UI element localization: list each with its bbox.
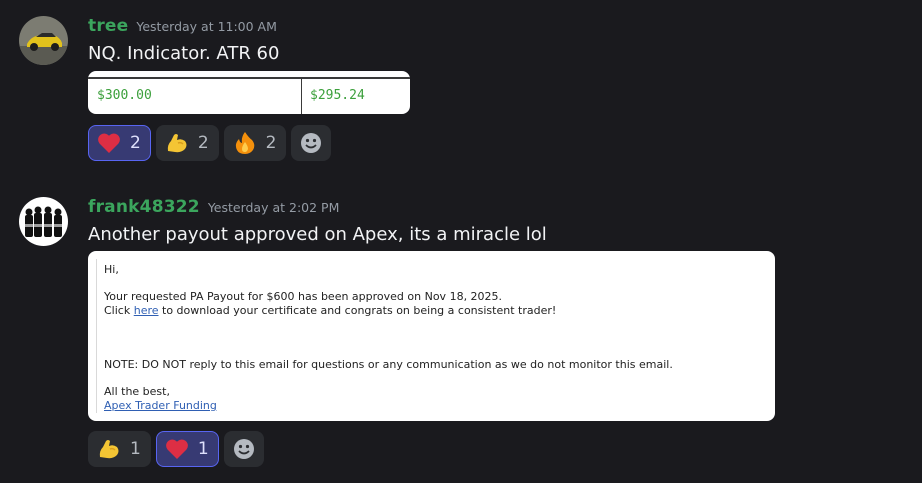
email-line: Your requested PA Payout for $600 has be… (104, 290, 503, 303)
username[interactable]: tree (88, 16, 128, 36)
message-text: NQ. Indicator. ATR 60 (88, 43, 280, 64)
sheet-cell: $300.00 (97, 88, 152, 103)
username[interactable]: frank48322 (88, 197, 200, 217)
email-signoff: All the best, (104, 385, 170, 398)
fire-icon (232, 130, 258, 156)
reaction-count: 1 (130, 439, 141, 459)
timestamp: Yesterday at 11:00 AM (136, 19, 277, 34)
email-line: Click here to download your certificate … (104, 304, 556, 317)
message-header: tree Yesterday at 11:00 AM (88, 16, 277, 36)
avatar[interactable] (19, 197, 68, 246)
reaction-fire[interactable]: 2 (223, 125, 287, 161)
reactions-bar: 1 1 (88, 431, 264, 467)
reaction-heart[interactable]: 1 (155, 431, 219, 467)
reaction-flexed-biceps[interactable]: 1 (88, 431, 151, 467)
smiley-icon (231, 436, 257, 462)
spreadsheet-image[interactable]: $300.00 $295.24 (88, 71, 410, 114)
sheet-cell: $295.24 (310, 88, 365, 103)
smiley-icon (298, 130, 324, 156)
reaction-flexed-biceps[interactable]: 2 (155, 125, 219, 161)
email-text: Click (104, 304, 134, 317)
car-avatar-icon (19, 16, 68, 65)
email-border (96, 259, 97, 413)
reaction-count: 2 (197, 133, 209, 153)
reaction-heart[interactable]: 2 (88, 125, 151, 161)
sheet-border (88, 77, 410, 79)
message-text: Another payout approved on Apex, its a m… (88, 224, 547, 245)
add-reaction-button[interactable] (223, 431, 264, 467)
email-note: NOTE: DO NOT reply to this email for que… (104, 358, 673, 371)
message-header: frank48322 Yesterday at 2:02 PM (88, 197, 339, 217)
reaction-count: 2 (130, 133, 141, 153)
email-text: to download your certificate and congrat… (158, 304, 557, 317)
group-photo-avatar-icon (19, 197, 68, 246)
reaction-count: 1 (197, 439, 209, 459)
email-screenshot-image[interactable]: Hi, Your requested PA Payout for $600 ha… (88, 251, 775, 421)
heart-icon (96, 130, 122, 156)
email-greeting: Hi, (104, 263, 119, 276)
avatar[interactable] (19, 16, 68, 65)
reaction-count: 2 (265, 133, 277, 153)
flexed-biceps-icon (96, 436, 122, 462)
email-signature-link[interactable]: Apex Trader Funding (104, 399, 217, 412)
reactions-bar: 2 2 2 (88, 125, 332, 161)
add-reaction-button[interactable] (291, 125, 332, 161)
sheet-divider (301, 77, 302, 114)
email-link-here[interactable]: here (134, 304, 159, 317)
flexed-biceps-icon (164, 130, 190, 156)
timestamp: Yesterday at 2:02 PM (207, 200, 340, 215)
heart-icon (164, 436, 190, 462)
